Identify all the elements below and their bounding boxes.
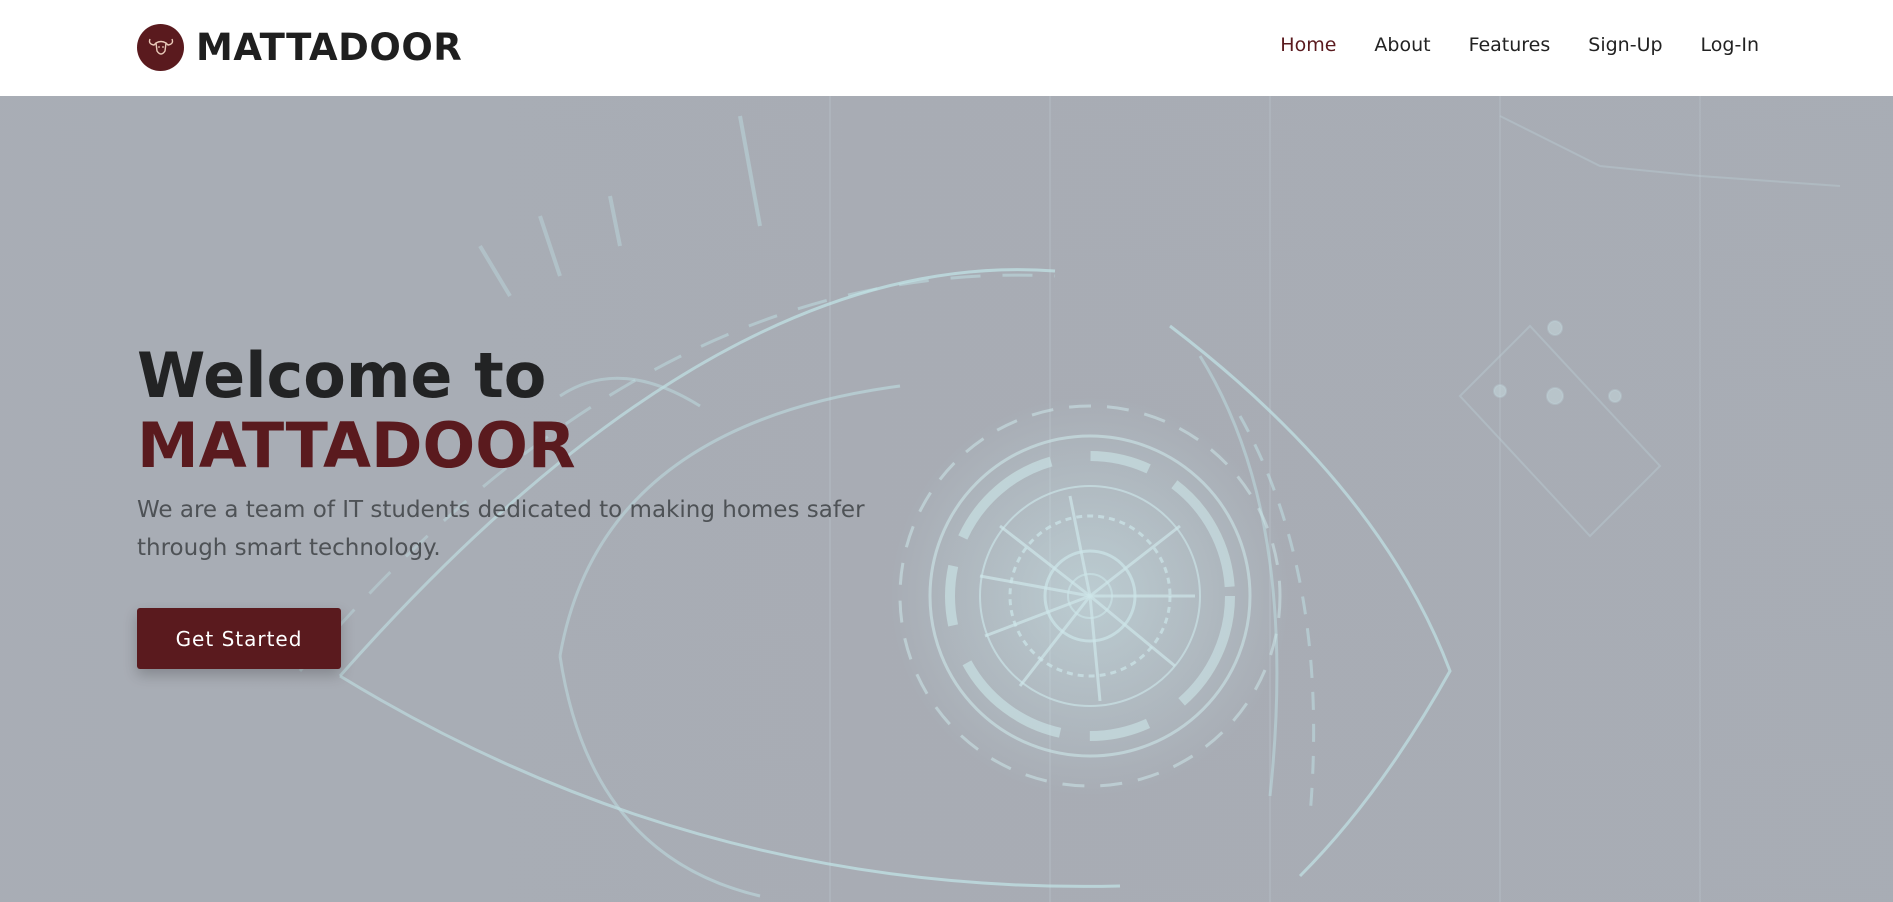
nav-log-in[interactable]: Log-In [1701, 34, 1759, 56]
main-nav: Home About Features Sign-Up Log-In [1280, 34, 1759, 56]
hero-section: Welcome to MATTADOOR We are a team of IT… [0, 96, 1893, 902]
nav-features[interactable]: Features [1469, 34, 1551, 56]
hero-subtitle: We are a team of IT students dedicated t… [137, 497, 865, 561]
bull-icon [137, 24, 184, 71]
hero-title-line1: Welcome to [137, 339, 547, 412]
brand-name: MATTADOOR [196, 26, 463, 69]
get-started-button[interactable]: Get Started [137, 608, 341, 669]
nav-sign-up[interactable]: Sign-Up [1588, 34, 1662, 56]
hero-content: Welcome to MATTADOOR We are a team of IT… [137, 341, 997, 669]
hero-title: Welcome to MATTADOOR [137, 341, 997, 481]
brand[interactable]: MATTADOOR [137, 24, 462, 71]
nav-home[interactable]: Home [1280, 34, 1336, 56]
nav-about[interactable]: About [1374, 34, 1430, 56]
hero-title-brand: MATTADOOR [137, 409, 576, 482]
top-navbar: MATTADOOR Home About Features Sign-Up Lo… [0, 0, 1893, 96]
